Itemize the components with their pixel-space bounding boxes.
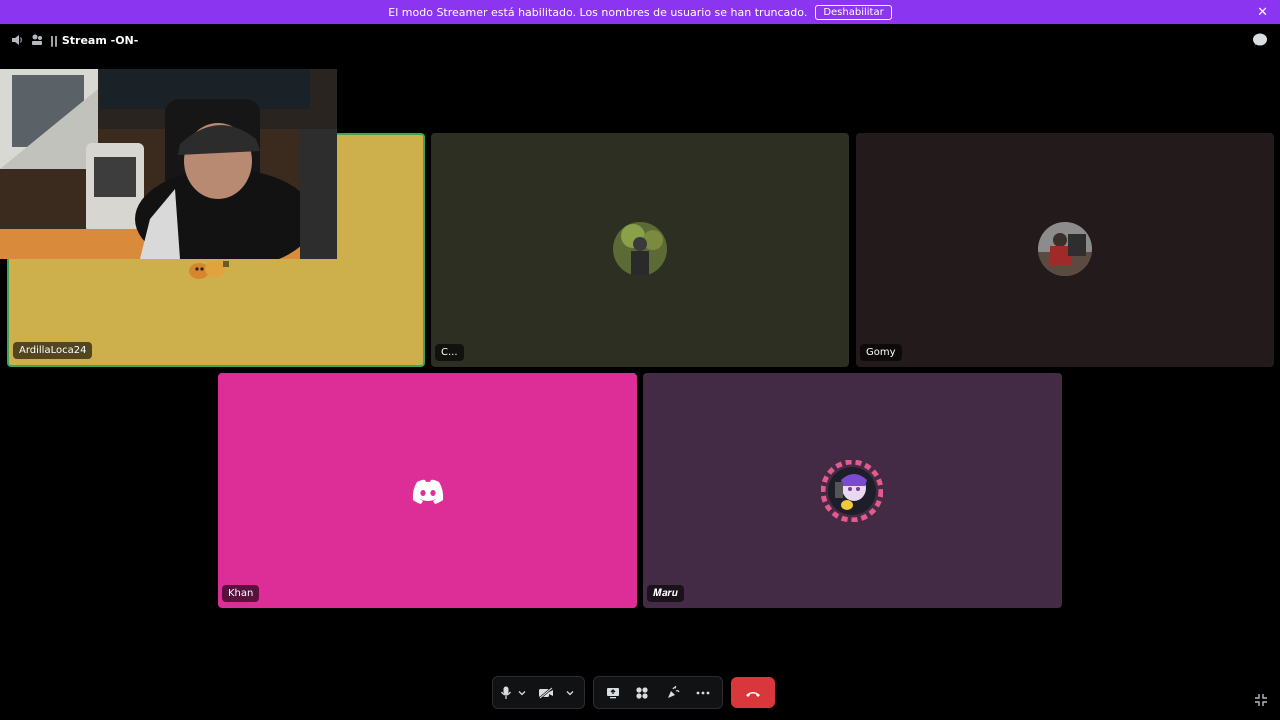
close-icon[interactable]: ✕ — [1257, 5, 1268, 20]
participant-tile-c[interactable]: C... — [431, 133, 849, 367]
participant-name: ArdillaLoca24 — [13, 342, 93, 359]
soundboard-icon[interactable] — [656, 679, 689, 707]
audio-video-controls — [492, 676, 585, 709]
streamer-mode-banner: El modo Streamer está habilitado. Los no… — [0, 0, 1280, 24]
participant-tile-gomy[interactable]: Gomy — [856, 133, 1274, 367]
speaker-icon — [10, 33, 24, 47]
mic-icon[interactable] — [497, 679, 515, 707]
mic-options-chevron-icon[interactable] — [515, 679, 529, 707]
chat-icon[interactable] — [1252, 33, 1268, 47]
participant-tile-khan[interactable]: Khan — [218, 373, 637, 608]
disconnect-button[interactable] — [731, 677, 775, 708]
disable-streamer-mode-button[interactable]: Deshabilitar — [815, 4, 892, 20]
camera-options-chevron-icon[interactable] — [563, 679, 577, 707]
channel-name: || Stream -ON- — [50, 33, 139, 47]
participant-name: 𝑴𝒂𝒓𝒖 — [647, 585, 684, 602]
participant-avatar — [820, 459, 884, 523]
participant-tile-maru[interactable]: 𝑴𝒂𝒓𝒖 — [643, 373, 1062, 608]
banner-message: El modo Streamer está habilitado. Los no… — [388, 5, 808, 19]
screen-share-icon[interactable] — [598, 679, 627, 707]
hangup-icon — [745, 683, 761, 702]
more-icon[interactable] — [689, 679, 718, 707]
discord-logo-icon — [411, 479, 445, 505]
participant-name: Khan — [222, 585, 260, 602]
participant-avatar — [1038, 222, 1092, 276]
stage-icon — [30, 33, 44, 47]
avatar-emoji — [185, 257, 235, 283]
webcam-video[interactable] — [0, 69, 337, 259]
activities-icon[interactable] — [627, 679, 656, 707]
participant-name: C... — [435, 344, 464, 361]
call-header: || Stream -ON- — [0, 24, 1280, 56]
exit-fullscreen-icon[interactable] — [1254, 692, 1268, 706]
camera-off-icon[interactable] — [529, 679, 563, 707]
call-actions-controls — [593, 676, 723, 709]
participant-name: Gomy — [860, 344, 902, 361]
participant-avatar — [613, 222, 667, 276]
